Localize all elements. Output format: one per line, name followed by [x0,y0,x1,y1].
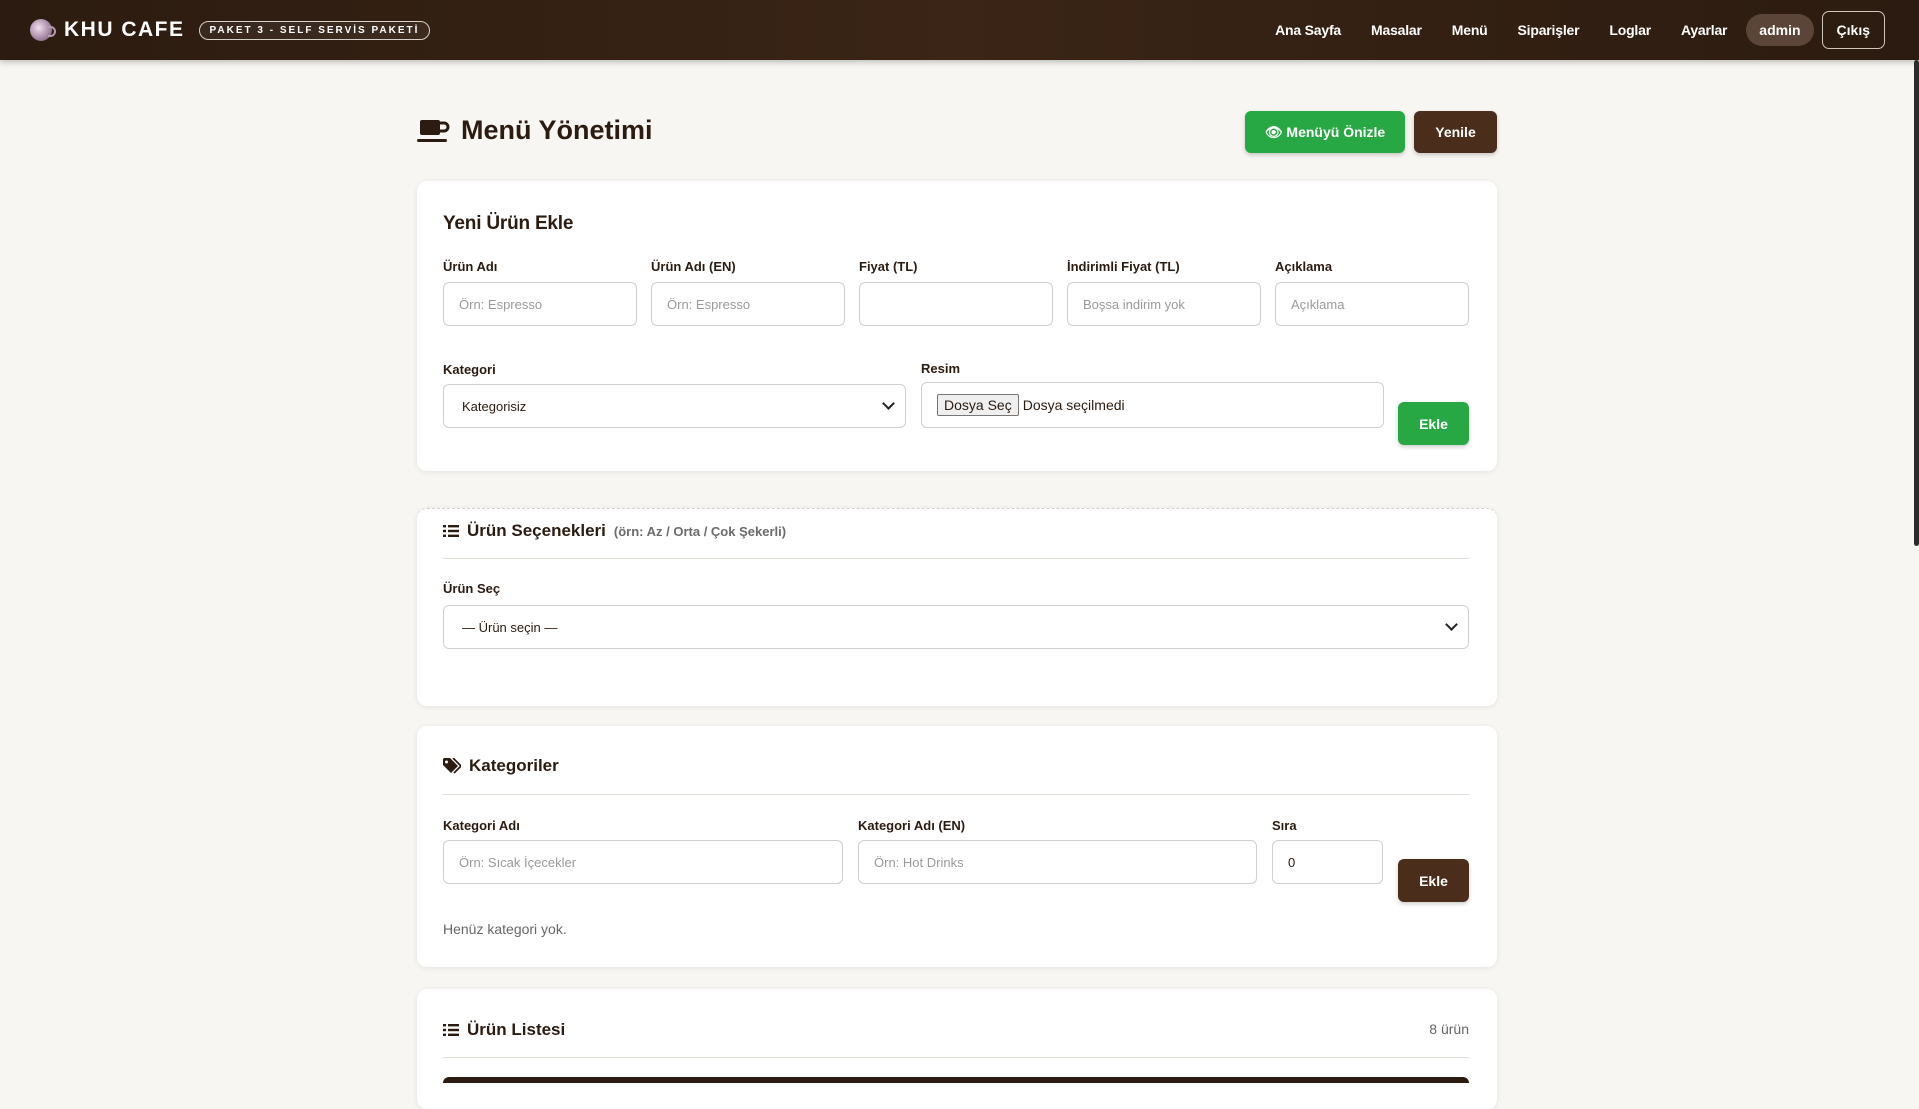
top-navbar: KHU CAFE PAKET 3 - SELF SERVİS PAKETİ An… [0,0,1919,60]
page-header: Menü Yönetimi 👁 Menüyü Önizle Yenile [417,110,1497,156]
category-label: Kategori [443,362,496,377]
product-list-header: Ürün Listesi [443,1020,565,1040]
list-icon [443,1024,459,1036]
price-label: Fiyat (TL) [859,259,918,274]
description-input[interactable] [1275,282,1469,326]
table-header-bar [443,1077,1469,1083]
order-input[interactable] [1272,840,1383,884]
nav-home[interactable]: Ana Sayfa [1275,22,1341,38]
product-count: 8 ürün [1429,1021,1469,1037]
discount-price-input[interactable] [1067,282,1261,326]
product-name-en-input[interactable] [651,282,845,326]
brand-name: KHU CAFE [64,18,185,41]
category-select[interactable]: Kategorisiz [443,384,906,428]
product-select[interactable]: — Ürün seçin — [443,605,1469,649]
page-scrollbar[interactable] [1914,60,1919,546]
nav-orders[interactable]: Siparişler [1518,22,1580,38]
divider [443,1057,1469,1058]
file-status: Dosya seçilmedi [1022,397,1125,413]
package-badge: PAKET 3 - SELF SERVİS PAKETİ [198,20,431,40]
price-input[interactable] [859,282,1053,326]
order-label: Sıra [1272,818,1297,833]
product-select-label: Ürün Seç [443,581,501,596]
nav-menu[interactable]: Menü [1452,22,1488,38]
add-category-button[interactable]: Ekle [1398,859,1469,902]
tags-icon [443,758,461,774]
user-badge[interactable]: admin [1746,14,1814,46]
options-hint: (örn: Az / Orta / Çok Şekerli) [613,523,787,539]
category-name-input[interactable] [443,840,843,884]
page-title-text: Menü Yönetimi [461,115,653,145]
product-name-en-label: Ürün Adı (EN) [651,259,736,274]
chevron-down-icon [882,397,895,410]
category-name-en-label: Kategori Adı (EN) [858,818,966,833]
mug-icon [417,119,450,142]
new-product-card: Yeni Ürün Ekle Ürün Adı Ürün Adı (EN) Fi… [417,181,1497,471]
category-select-value: Kategorisiz [462,398,527,414]
refresh-button[interactable]: Yenile [1414,111,1497,153]
description-label: Açıklama [1275,259,1333,274]
product-list-heading: Ürün Listesi [467,1020,566,1039]
nav-settings[interactable]: Ayarlar [1681,22,1728,38]
categories-header: Kategoriler [443,756,559,776]
product-list-card: Ürün Listesi 8 ürün [417,989,1497,1109]
coffee-cup-icon [30,19,56,41]
main-nav: Ana Sayfa Masalar Menü Siparişler Loglar… [1260,0,1885,60]
divider [443,794,1469,795]
brand[interactable]: KHU CAFE PAKET 3 - SELF SERVİS PAKETİ [30,0,431,60]
discount-price-label: İndirimli Fiyat (TL) [1067,259,1180,274]
categories-heading: Kategoriler [469,756,559,775]
product-name-input[interactable] [443,282,637,326]
logout-button[interactable]: Çıkış [1821,11,1885,49]
choose-file-button[interactable]: Dosya Seç [937,394,1019,416]
options-heading: Ürün Seçenekleri [467,521,606,540]
preview-menu-button[interactable]: 👁 Menüyü Önizle [1245,111,1405,153]
nav-logs[interactable]: Loglar [1609,22,1651,38]
product-name-label: Ürün Adı [443,259,498,274]
product-select-value: — Ürün seçin — [462,619,558,635]
options-header: Ürün Seçenekleri (örn: Az / Orta / Çok Ş… [443,521,786,541]
chevron-down-icon [1445,618,1458,631]
page-title: Menü Yönetimi [417,115,653,146]
list-icon [443,525,459,537]
image-label: Resim [921,361,961,376]
nav-tables[interactable]: Masalar [1371,22,1422,38]
divider [443,558,1469,559]
categories-card: Kategoriler Kategori Adı Kategori Adı (E… [417,726,1497,967]
new-product-heading: Yeni Ürün Ekle [443,213,574,234]
add-product-button[interactable]: Ekle [1398,402,1469,445]
product-options-card: Ürün Seçenekleri (örn: Az / Orta / Çok Ş… [417,508,1497,706]
image-file-input[interactable]: Dosya Seç Dosya seçilmedi [921,382,1384,428]
category-name-en-input[interactable] [858,840,1257,884]
empty-categories-text: Henüz kategori yok. [443,921,567,937]
category-name-label: Kategori Adı [443,818,520,833]
